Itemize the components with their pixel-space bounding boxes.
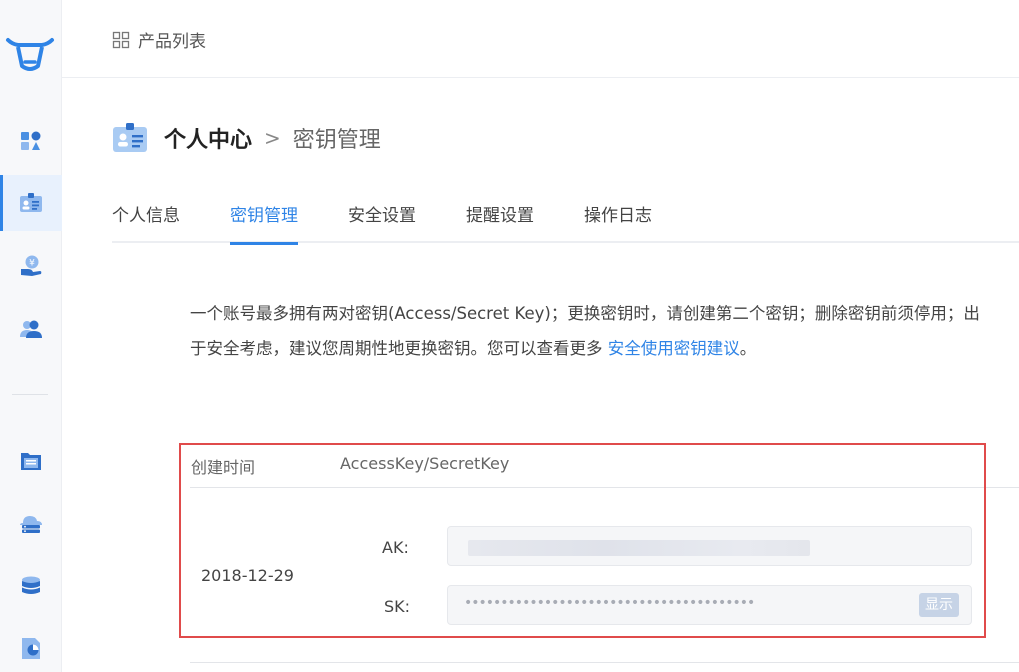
access-key-field[interactable]: [447, 526, 972, 566]
column-access-secret-key: AccessKey/SecretKey: [340, 454, 510, 473]
show-secret-button[interactable]: 显示: [919, 593, 959, 617]
ak-label: AK:: [382, 538, 409, 557]
key-description: 一个账号最多拥有两对密钥(Access/Secret Key)；更换密钥时，请创…: [190, 296, 980, 366]
database-icon: [22, 576, 40, 594]
sk-label: SK:: [384, 597, 411, 616]
tab-key-management[interactable]: 密钥管理: [230, 190, 298, 245]
hand-yuan-icon: ¥: [21, 255, 42, 276]
tab-operation-log[interactable]: 操作日志: [584, 190, 652, 243]
sidebar-item-users[interactable]: [0, 301, 62, 357]
sidebar-item-personal-center[interactable]: [0, 175, 62, 231]
report-chart-icon: [22, 638, 40, 659]
sidebar-item-database[interactable]: [0, 558, 62, 614]
sidebar-item-finance[interactable]: ¥: [0, 238, 62, 294]
svg-text:¥: ¥: [29, 259, 35, 269]
sidebar-item-products[interactable]: [0, 112, 62, 168]
shapes-icon: [21, 131, 41, 150]
id-card-icon: [113, 123, 147, 152]
document-icon: [21, 453, 41, 470]
page-title[interactable]: 个人中心: [164, 122, 252, 154]
secret-key-field[interactable]: ••••••••••••••••••••••••••••••••••••••••…: [447, 585, 972, 625]
sidebar-item-cloud-server[interactable]: [0, 496, 62, 552]
tab-personal-info[interactable]: 个人信息: [112, 190, 180, 243]
tab-security-settings[interactable]: 安全设置: [348, 190, 416, 243]
sidebar: ¥: [0, 0, 62, 672]
breadcrumb-separator: >: [264, 126, 281, 150]
product-list-label: 产品列表: [138, 32, 206, 52]
description-text: 一个账号最多拥有两对密钥(Access/Secret Key)；更换密钥时，请创…: [190, 304, 980, 358]
table-header: 创建时间 AccessKey/SecretKey: [190, 446, 1019, 488]
sidebar-item-documents[interactable]: [0, 433, 62, 489]
breadcrumb: 个人中心 > 密钥管理: [112, 118, 381, 158]
access-key-value-redacted: [468, 540, 810, 556]
grid-icon: [112, 31, 130, 48]
id-card-icon: [20, 193, 42, 212]
cloud-server-icon: [20, 516, 42, 533]
cow-logo-icon[interactable]: [4, 32, 56, 76]
sidebar-divider: [12, 394, 48, 395]
key-created-date: 2018-12-29: [201, 566, 294, 585]
users-icon: [20, 320, 42, 338]
key-table: 创建时间 AccessKey/SecretKey: [190, 446, 1019, 488]
column-created-time: 创建时间: [191, 458, 256, 477]
description-suffix: 。: [739, 339, 757, 358]
table-bottom-divider: [190, 662, 1019, 663]
topbar: 产品列表: [62, 0, 1019, 78]
tab-bar: 个人信息 密钥管理 安全设置 提醒设置 操作日志: [112, 190, 1019, 245]
page-subtitle: 密钥管理: [292, 128, 381, 153]
secret-key-masked: ••••••••••••••••••••••••••••••••••••••••: [464, 595, 755, 611]
product-list-link[interactable]: 产品列表: [112, 27, 206, 52]
sidebar-item-report[interactable]: [0, 620, 62, 672]
tab-reminder-settings[interactable]: 提醒设置: [466, 190, 534, 243]
security-advice-link[interactable]: 安全使用密钥建议: [608, 339, 740, 358]
